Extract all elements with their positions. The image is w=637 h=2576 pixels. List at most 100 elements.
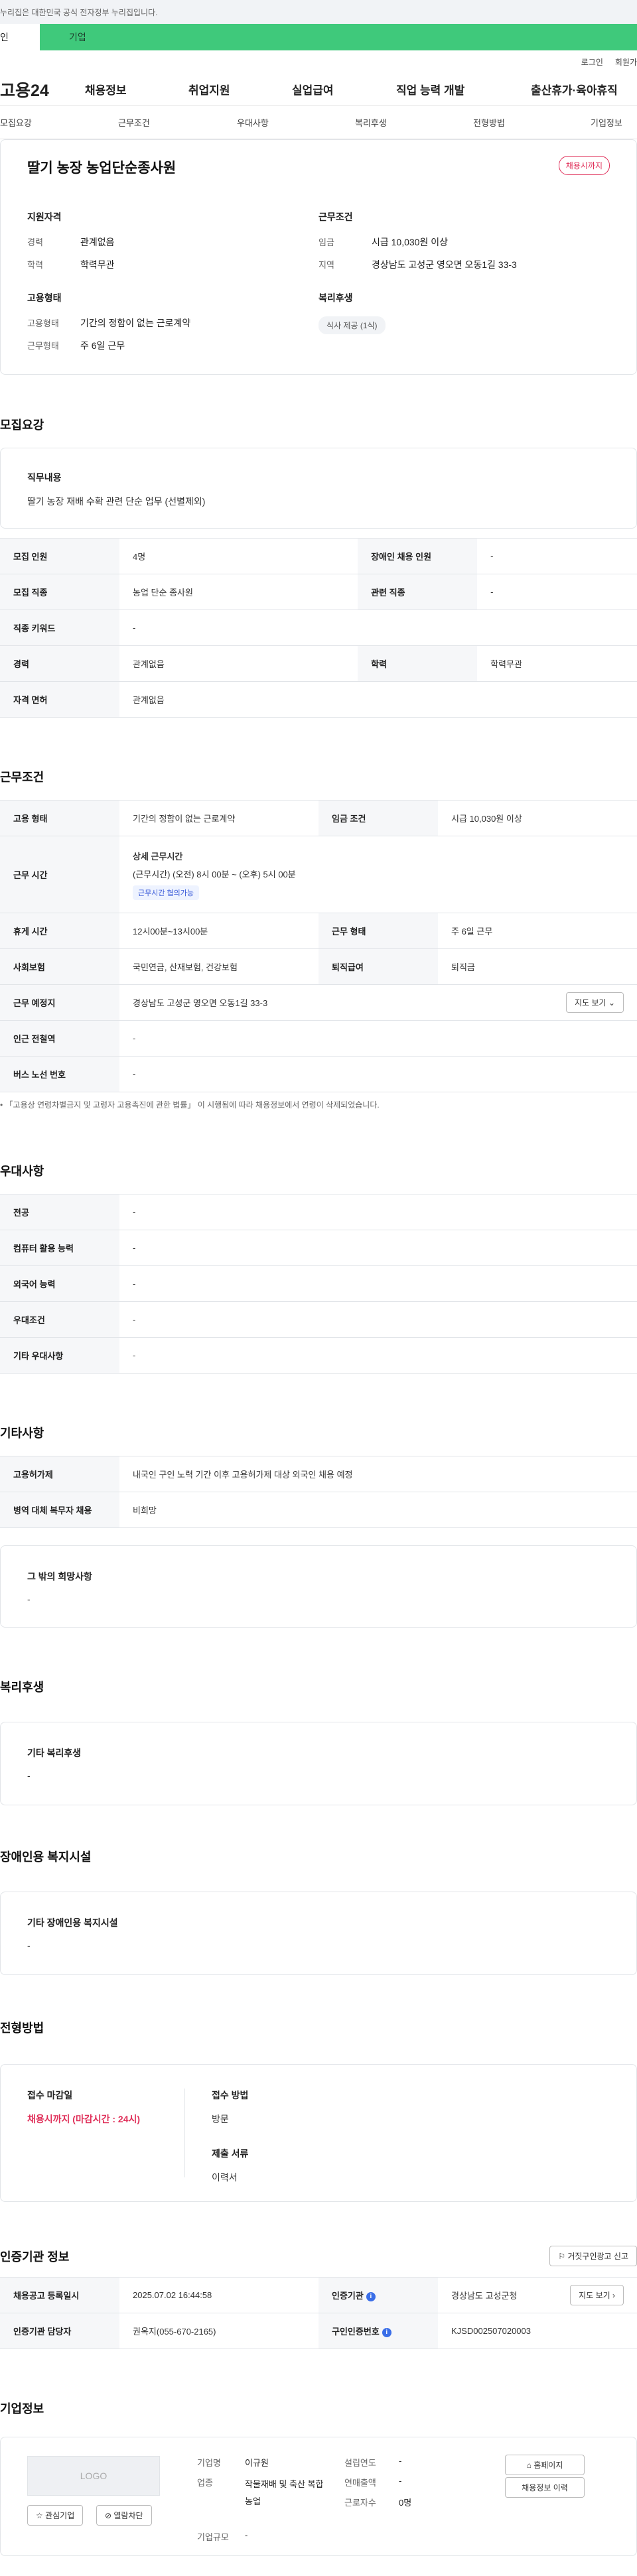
cond-retire-label: 퇴직급여 bbox=[318, 948, 438, 985]
welfare-section-title: 복리후생 bbox=[0, 1681, 44, 1694]
tab-company[interactable]: 기업 bbox=[40, 24, 119, 50]
job-content-value: 딸기 농장 재배 수확 관련 단순 업무 (선별제외) bbox=[27, 496, 206, 507]
manager-label: 인증기관 담당자 bbox=[0, 2313, 119, 2349]
cond-place-cell: 경상남도 고성군 영오면 오동1길 33-3 지도 보기 ⌄ bbox=[119, 984, 637, 1021]
etc-military-label: 병역 대체 복무자 채용 bbox=[0, 1492, 119, 1528]
cond-bus-label: 버스 노선 번호 bbox=[0, 1056, 119, 1092]
cond-hours-cell: 상세 근무시간 (근무시간) (오전) 8시 00분 ~ (오후) 5시 00분… bbox=[119, 836, 637, 913]
career-row-value: 관계없음 bbox=[119, 645, 358, 682]
tab-company-label: 기업 bbox=[69, 32, 86, 42]
other-wishes-value: - bbox=[27, 1594, 31, 1604]
cond-hours-label: 근무 시간 bbox=[0, 836, 119, 913]
reg-date-value: 2025.07.02 16:44:58 bbox=[119, 2277, 318, 2313]
welfare-chip: 식사 제공 (1식) bbox=[318, 316, 386, 334]
disability-value: - bbox=[27, 1940, 31, 1951]
career-row-label: 경력 bbox=[0, 645, 119, 682]
cert-value: KJSD002507020003 bbox=[438, 2313, 637, 2349]
info-icon[interactable]: i bbox=[382, 2327, 391, 2337]
conditions-heading: 근무조건 bbox=[318, 212, 353, 222]
pref-language-value: - bbox=[119, 1265, 637, 1302]
cond-break-label: 휴게 시간 bbox=[0, 913, 119, 949]
recruit-table: 모집 인원 4명 장애인 채용 인원 - 모집 직종 농업 단순 종사원 관련 … bbox=[0, 538, 637, 718]
cond-subway-label: 인근 전철역 bbox=[0, 1020, 119, 1057]
agency-map-button[interactable]: 지도 보기 › bbox=[570, 2285, 624, 2305]
anchor-recruit[interactable]: 모집요강 bbox=[0, 116, 32, 129]
cond-retire-value: 퇴직금 bbox=[438, 948, 637, 985]
cond-emptype-label: 고용 형태 bbox=[0, 800, 119, 836]
region-label: 지역 bbox=[318, 260, 334, 270]
info-icon[interactable]: i bbox=[366, 2291, 376, 2301]
method-value: 방문 bbox=[212, 2114, 229, 2124]
table-row: 자격 면허 관계없음 bbox=[0, 681, 637, 718]
gnb-item-jobs[interactable]: 채용정보 bbox=[85, 81, 127, 97]
pref-language-label: 외국어 능력 bbox=[0, 1265, 119, 1302]
docs-label: 제출 서류 bbox=[212, 2148, 249, 2159]
pref-condition-value: - bbox=[119, 1301, 637, 1338]
anchor-selection[interactable]: 전형방법 bbox=[473, 116, 505, 129]
gnb-item-unemployment-benefit[interactable]: 실업급여 bbox=[292, 81, 334, 97]
table-row: 사회보험 국민연금, 산재보험, 건강보험 퇴직급여 퇴직금 bbox=[0, 948, 637, 985]
license-value: 관계없음 bbox=[119, 681, 637, 718]
other-wishes-label: 그 밖의 희망사항 bbox=[27, 1571, 92, 1582]
favorite-company-button[interactable]: ☆ 관심기업 bbox=[27, 2505, 84, 2526]
anchor-company[interactable]: 기업정보 bbox=[591, 116, 622, 129]
gnb-item-employment-support[interactable]: 취업지원 bbox=[188, 81, 230, 97]
job-history-button[interactable]: 채용정보 이력 bbox=[505, 2477, 585, 2498]
welfare-heading: 복리후생 bbox=[318, 292, 353, 303]
table-row: 고용허가제 내국인 구인 노력 기간 이후 고용허가제 대상 외국인 채용 예정 bbox=[0, 1456, 637, 1492]
status-badge: 채용시까지 bbox=[558, 156, 610, 175]
company-sales-label: 연매출액 bbox=[344, 2478, 376, 2488]
place-map-button[interactable]: 지도 보기 ⌄ bbox=[566, 992, 624, 1013]
job-category-label: 모집 직종 bbox=[0, 574, 119, 610]
home-icon: ⌂ bbox=[526, 2461, 534, 2470]
homepage-button[interactable]: ⌂ 홈페이지 bbox=[505, 2455, 585, 2475]
gnb-item-training[interactable]: 직업 능력 개발 bbox=[396, 81, 464, 97]
chevron-right-icon: › bbox=[612, 2291, 615, 2300]
preference-table: 전공 - 컴퓨터 활용 능력 - 외국어 능력 - 우대조건 - 기타 우대사항 - bbox=[0, 1194, 637, 1374]
work-type-value: 주 6일 근무 bbox=[80, 340, 125, 351]
disability-label: 기타 장애인용 복지시설 bbox=[27, 1917, 118, 1928]
job-keyword-value: - bbox=[119, 610, 637, 646]
cond-insurance-label: 사회보험 bbox=[0, 948, 119, 985]
tab-person[interactable]: 인 bbox=[0, 24, 40, 50]
work-type-label: 근무형태 bbox=[27, 341, 59, 351]
employment-type-heading: 고용형태 bbox=[27, 292, 62, 303]
company-sales-value: - bbox=[399, 2476, 402, 2486]
pref-major-value: - bbox=[119, 1194, 637, 1230]
career-label: 경력 bbox=[27, 237, 43, 247]
related-job-label: 관련 직종 bbox=[358, 574, 478, 610]
qualification-heading: 지원자격 bbox=[27, 212, 62, 222]
company-founded-value: - bbox=[399, 2456, 402, 2466]
docs-value: 이력서 bbox=[212, 2172, 238, 2183]
job-summary-card: 딸기 농장 농업단순종사원 채용시까지 지원자격 경력 관계없음 학력 학력무관 고… bbox=[0, 139, 637, 375]
job-title: 딸기 농장 농업단순종사원 bbox=[27, 161, 177, 176]
site-logo[interactable]: 고용24 bbox=[0, 78, 49, 101]
agency-header: 인증기관 정보 ⚐ 거짓구인광고 신고 bbox=[0, 2246, 637, 2266]
age-note-text: 「고용상 연령차별금지 및 고령자 고용촉진에 관한 법률」 이 시행됨에 따라… bbox=[5, 1100, 380, 1110]
block-view-button[interactable]: ⊘ 열람차단 bbox=[96, 2505, 152, 2526]
table-row: 인근 전철역 - bbox=[0, 1020, 637, 1057]
report-false-ad-button[interactable]: ⚐ 거짓구인광고 신고 bbox=[549, 2246, 637, 2266]
company-size-label: 기업규모 bbox=[197, 2532, 229, 2542]
utility-menu: 로그인 회원가 bbox=[0, 50, 637, 73]
method-col: 접수 방법 방문 제출 서류 이력서 bbox=[185, 2089, 249, 2183]
related-job-value: - bbox=[477, 574, 637, 610]
pref-other-label: 기타 우대사항 bbox=[0, 1337, 119, 1374]
login-link[interactable]: 로그인 bbox=[581, 56, 603, 68]
agency-value-cell: 경상남도 고성군청 지도 보기 › bbox=[438, 2277, 637, 2313]
anchor-conditions[interactable]: 근무조건 bbox=[118, 116, 150, 129]
anchor-preference[interactable]: 우대사항 bbox=[237, 116, 269, 129]
cond-worktype-label: 근무 형태 bbox=[318, 913, 438, 949]
table-row: 고용 형태 기간의 정함이 없는 근로계약 임금 조건 시급 10,030원 이… bbox=[0, 800, 637, 836]
job-category-value: 농업 단순 종사원 bbox=[119, 574, 358, 610]
gnb-item-parental-leave[interactable]: 출산휴가·육아휴직 bbox=[531, 81, 618, 97]
table-row: 인증기관 담당자 권옥지(055-670-2165) 구인인증번호 i KJSD0… bbox=[0, 2313, 637, 2349]
deadline-value: 채용시까지 (마감시간 : 24시) bbox=[27, 2114, 141, 2124]
etc-table: 고용허가제 내국인 구인 노력 기간 이후 고용허가제 대상 외국인 채용 예정 … bbox=[0, 1456, 637, 1528]
deadline-col: 접수 마감일 채용시까지 (마감시간 : 24시) bbox=[27, 2089, 185, 2177]
anchor-welfare[interactable]: 복리후생 bbox=[355, 116, 387, 129]
join-link[interactable]: 회원가 bbox=[615, 56, 637, 68]
conditions-section-title: 근무조건 bbox=[0, 771, 44, 784]
table-row: 전공 - bbox=[0, 1194, 637, 1230]
hours-negotiable-badge: 근무시간 협의가능 bbox=[133, 885, 200, 900]
